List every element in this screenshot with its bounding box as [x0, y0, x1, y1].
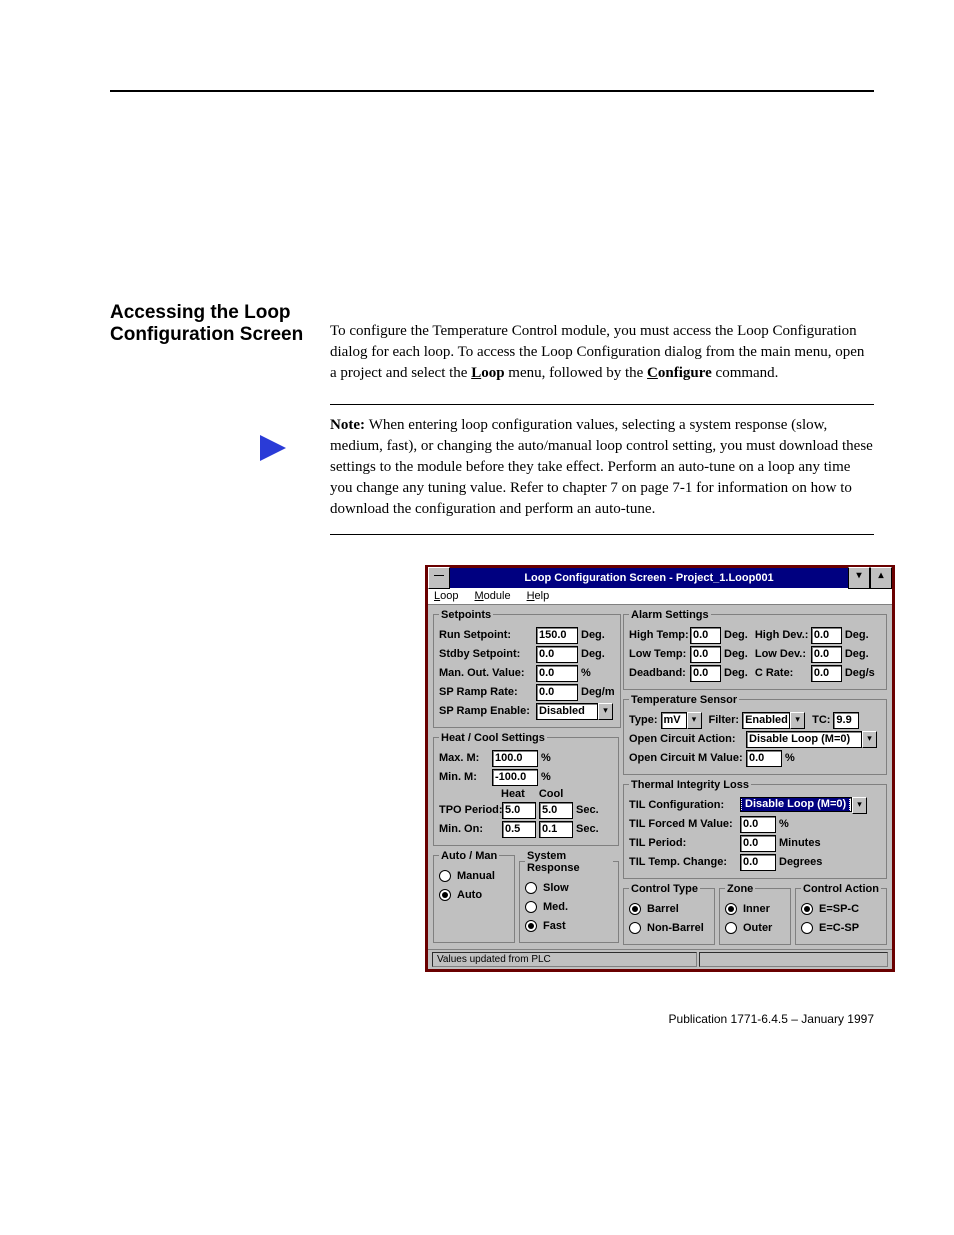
e-c-sp-radio[interactable] [801, 922, 813, 934]
maximize-icon[interactable]: ▴ [870, 567, 892, 589]
minimize-icon[interactable]: ▾ [848, 567, 870, 589]
run-setpoint-label: Run Setpoint: [439, 629, 533, 641]
menu-help[interactable]: Help [527, 590, 550, 602]
dropdown-icon[interactable]: ▾ [790, 712, 805, 729]
til-temp-change-input[interactable]: 0.0 [740, 854, 776, 871]
dropdown-icon[interactable]: ▾ [852, 797, 867, 814]
tpo-cool-input[interactable]: 5.0 [539, 802, 573, 819]
high-dev-input[interactable]: 0.0 [811, 627, 842, 644]
alarm-settings-group: Alarm Settings High Temp: 0.0 Deg. High … [623, 609, 887, 690]
fast-radio[interactable] [525, 920, 537, 932]
man-out-label: Man. Out. Value: [439, 667, 533, 679]
slow-radio[interactable] [525, 882, 537, 894]
control-type-group: Control Type Barrel Non-Barrel [623, 883, 715, 945]
heat-cool-group: Heat / Cool Settings Max. M: 100.0 % Min… [433, 732, 619, 846]
tpo-heat-input[interactable]: 5.0 [502, 802, 536, 819]
non-barrel-radio[interactable] [629, 922, 641, 934]
sp-ramp-rate-label: SP Ramp Rate: [439, 686, 533, 698]
min-on-cool-input[interactable]: 0.1 [539, 821, 573, 838]
high-temp-input[interactable]: 0.0 [690, 627, 721, 644]
med-radio[interactable] [525, 901, 537, 913]
sp-ramp-enable-label: SP Ramp Enable: [439, 705, 533, 717]
e-sp-c-radio[interactable] [801, 903, 813, 915]
max-m-input[interactable]: 100.0 [492, 750, 538, 767]
dropdown-icon[interactable]: ▾ [598, 703, 613, 720]
stdby-setpoint-label: Stdby Setpoint: [439, 648, 533, 660]
zone-group: Zone Inner Outer [719, 883, 791, 945]
open-circuit-m-input[interactable]: 0.0 [746, 750, 782, 767]
min-on-label: Min. On: [439, 823, 499, 835]
titlebar[interactable]: — Loop Configuration Screen - Project_1.… [428, 568, 892, 588]
menu-module[interactable]: Module [474, 590, 510, 602]
sp-ramp-enable-select[interactable]: Disabled [536, 703, 598, 720]
tc-input[interactable]: 9.9 [833, 712, 859, 729]
status-bar: Values updated from PLC [428, 949, 892, 969]
publication-footer: Publication 1771-6.4.5 – January 1997 [110, 1012, 874, 1026]
auto-man-group: Auto / Man Manual Auto [433, 850, 515, 943]
menu-loop[interactable]: Loop [434, 590, 458, 602]
temperature-sensor-group: Temperature Sensor Type: mV▾ Filter: Ena… [623, 694, 887, 775]
min-on-heat-input[interactable]: 0.5 [502, 821, 536, 838]
outer-radio[interactable] [725, 922, 737, 934]
thermal-integrity-group: Thermal Integrity Loss TIL Configuration… [623, 779, 887, 879]
control-action-group: Control Action E=SP-C E=C-SP [795, 883, 887, 945]
til-config-select[interactable]: Disable Loop (M=0) [740, 797, 852, 812]
man-out-input[interactable]: 0.0 [536, 665, 578, 682]
dropdown-icon[interactable]: ▾ [687, 712, 702, 729]
setpoints-group: Setpoints Run Setpoint: 150.0 Deg. Stdby… [433, 609, 621, 728]
status-message: Values updated from PLC [432, 952, 697, 967]
intro-paragraph: To configure the Temperature Control mod… [330, 321, 874, 384]
dropdown-icon[interactable]: ▾ [862, 731, 877, 748]
run-setpoint-input[interactable]: 150.0 [536, 627, 578, 644]
window-title: Loop Configuration Screen - Project_1.Lo… [450, 572, 848, 584]
inner-radio[interactable] [725, 903, 737, 915]
note-block: Note: When entering loop configuration v… [330, 404, 874, 535]
til-forced-m-input[interactable]: 0.0 [740, 816, 776, 833]
system-response-group: System Response Slow Med. Fast [519, 850, 619, 943]
low-temp-input[interactable]: 0.0 [690, 646, 721, 663]
c-rate-input[interactable]: 0.0 [811, 665, 842, 682]
stdby-setpoint-input[interactable]: 0.0 [536, 646, 578, 663]
open-circuit-action-select[interactable]: Disable Loop (M=0) [746, 731, 862, 748]
system-menu-icon[interactable]: — [428, 567, 450, 589]
tpo-period-label: TPO Period: [439, 804, 499, 816]
til-period-input[interactable]: 0.0 [740, 835, 776, 852]
barrel-radio[interactable] [629, 903, 641, 915]
max-m-label: Max. M: [439, 752, 489, 764]
sp-ramp-rate-input[interactable]: 0.0 [536, 684, 578, 701]
note-arrow-icon [260, 435, 286, 461]
low-dev-input[interactable]: 0.0 [811, 646, 842, 663]
auto-radio[interactable] [439, 889, 451, 901]
deadband-input[interactable]: 0.0 [690, 665, 721, 682]
menubar: Loop Module Help [428, 588, 892, 605]
sensor-type-select[interactable]: mV [661, 712, 687, 729]
min-m-input[interactable]: -100.0 [492, 769, 538, 786]
loop-config-window: — Loop Configuration Screen - Project_1.… [425, 565, 895, 972]
min-m-label: Min. M: [439, 771, 489, 783]
sensor-filter-select[interactable]: Enabled [742, 712, 790, 729]
manual-radio[interactable] [439, 870, 451, 882]
